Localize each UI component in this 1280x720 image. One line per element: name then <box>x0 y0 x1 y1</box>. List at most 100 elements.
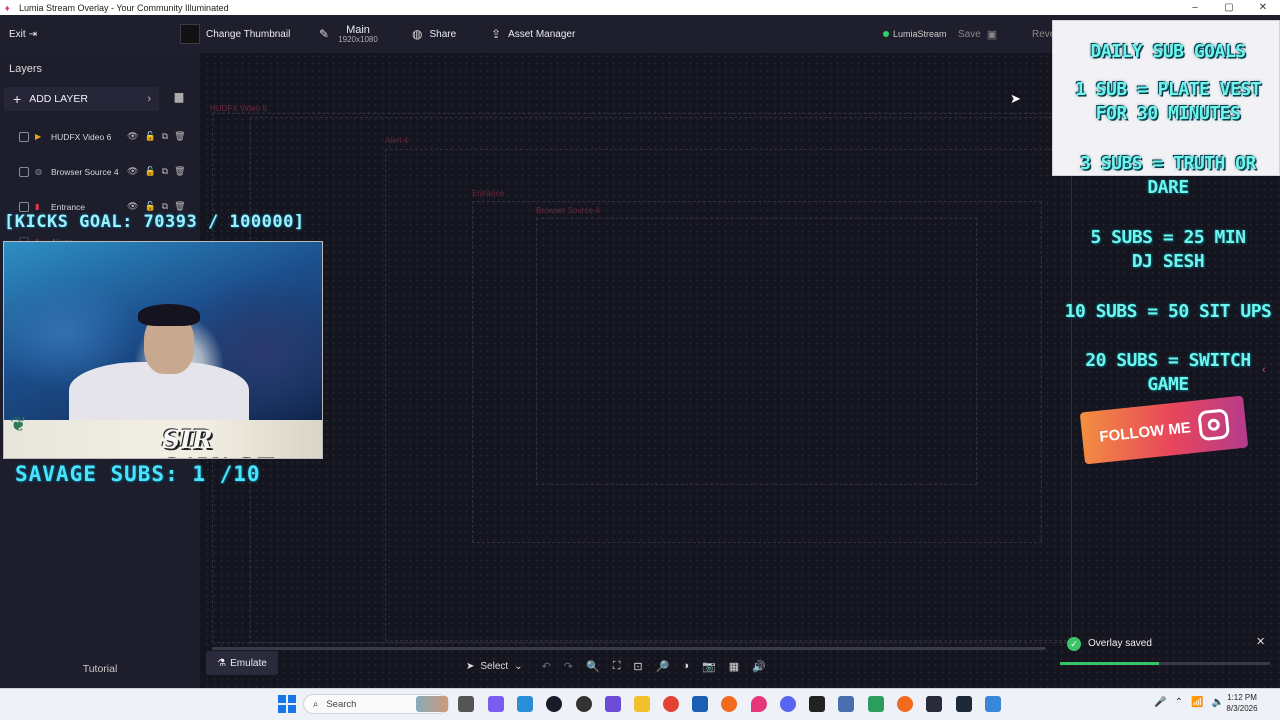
emulate-button[interactable]: ⚗ Emulate <box>206 651 278 675</box>
contrast-icon[interactable]: ◑ <box>682 660 689 672</box>
layer-name: Browser Source 4 <box>51 166 119 177</box>
canvas-tools: ➤ Select ⌄ ↶ ↷ 🔍 ⛶ ⊡ 🔎 ◑ 📷 ▦ 🔊 <box>460 654 766 678</box>
copy-icon[interactable]: ⧉ <box>162 201 168 212</box>
chrome-icon[interactable] <box>663 696 679 712</box>
entrance-icon: ▮ <box>35 202 40 211</box>
minimize-icon[interactable]: – <box>1178 0 1212 15</box>
select-label: Select <box>480 660 509 672</box>
settings-app-icon[interactable] <box>926 696 942 712</box>
notepad-icon[interactable] <box>868 696 884 712</box>
copy-icon[interactable]: ⧉ <box>162 131 168 142</box>
kicks-goal-counter: [KICKS GOAL: 70393 / 100000] <box>4 212 305 232</box>
ghost-label-alert: Alert 4 <box>385 136 409 145</box>
trash-icon[interactable]: 🗑 <box>174 201 185 212</box>
toast-progress-fill <box>1060 662 1159 665</box>
fullscreen-icon[interactable]: ⊡ <box>633 660 642 673</box>
change-thumbnail-button[interactable]: Change Thumbnail <box>180 15 290 53</box>
select-tool-dropdown[interactable]: ➤ Select ⌄ <box>460 661 529 672</box>
savage-subs-counter: SAVAGE SUBS: 1 /10 <box>15 462 261 486</box>
webcam-frame[interactable]: ❦ SIR SAVAGE <box>3 241 323 459</box>
copilot-icon[interactable] <box>488 696 504 712</box>
maximize-icon[interactable]: ▢ <box>1212 0 1246 15</box>
plus-icon: + <box>13 91 22 107</box>
tutorial-link[interactable]: Tutorial <box>0 663 200 675</box>
grid-app-icon[interactable] <box>605 696 621 712</box>
toast-message: Overlay saved <box>1088 638 1152 649</box>
task-view-icon[interactable] <box>458 696 474 712</box>
save-label: Save <box>958 28 981 40</box>
layer-checkbox[interactable] <box>19 201 29 212</box>
asset-manager-button[interactable]: ⇪ Asset Manager <box>491 15 575 53</box>
discord-icon[interactable] <box>780 696 796 712</box>
capcut-icon[interactable] <box>809 696 825 712</box>
close-window-icon[interactable]: ✕ <box>1246 0 1280 15</box>
follow-me-label: FOLLOW ME <box>1098 418 1192 446</box>
status-dot <box>883 31 889 37</box>
lock-icon[interactable]: 🔓 <box>144 201 155 212</box>
lock-icon[interactable]: 🔓 <box>144 166 155 177</box>
lumia-taskbar-icon[interactable] <box>751 696 767 712</box>
save-button[interactable]: Save ▣ <box>958 15 997 53</box>
goal-item: 3 SUBS = TRUTH OR DARE <box>1080 153 1256 198</box>
pointer-icon: ➤ <box>466 660 475 672</box>
eye-icon[interactable]: 👁 <box>127 201 138 212</box>
grid-icon[interactable]: ▦ <box>729 660 739 673</box>
camera-icon[interactable]: 📷 <box>702 660 716 673</box>
monitor-app-icon[interactable] <box>517 696 533 712</box>
ghost-label-entrance: Entrance <box>472 189 505 198</box>
steam-icon[interactable] <box>956 696 972 712</box>
obs-icon[interactable] <box>576 696 592 712</box>
chevron-left-icon[interactable]: ‹ <box>1262 364 1276 378</box>
orange-app-icon[interactable] <box>721 696 737 712</box>
volume-icon[interactable]: 🔊 <box>752 660 766 673</box>
layer-row[interactable]: ◍ Browser Source 4 👁 🔓 ⧉ 🗑 <box>0 154 200 189</box>
layer-checkbox[interactable] <box>19 131 29 142</box>
eye-icon[interactable]: 👁 <box>127 131 138 142</box>
mic-icon[interactable]: 🎤 <box>1154 697 1166 708</box>
video-icon: ▶ <box>35 132 42 141</box>
window-title-bar: ♦ Lumia Stream Overlay - Your Community … <box>0 0 1280 15</box>
overlay-main-selector[interactable]: Main 1920x1080 <box>336 15 380 53</box>
chevron-up-icon[interactable]: ⌃ <box>1175 697 1183 708</box>
chevron-down-icon: ⌄ <box>514 660 523 672</box>
ghost-label-browser-source: Browser Source 4 <box>536 206 600 215</box>
edit-overlay-button[interactable]: ✎ <box>319 15 336 53</box>
exit-button[interactable]: Exit ⇥ <box>9 15 37 53</box>
clock-time: 1:12 PM <box>1227 693 1257 702</box>
goal-item: 1 SUB = PLATE VEST FOR 30 MINUTES <box>1074 79 1262 124</box>
eye-icon[interactable]: 👁 <box>127 166 138 177</box>
change-thumbnail-label: Change Thumbnail <box>206 28 291 40</box>
mouse-cursor-icon: ➤ <box>1010 91 1021 106</box>
globe-icon: ◍ <box>412 27 423 41</box>
close-icon[interactable]: ✕ <box>1256 635 1265 648</box>
redo-icon[interactable]: ↷ <box>564 660 573 673</box>
copy-icon[interactable]: ⧉ <box>162 166 168 177</box>
taskbar-clock[interactable]: 1:12 PM 8/3/2026 <box>1222 693 1262 715</box>
trash-icon[interactable]: 🗑 <box>174 131 185 142</box>
system-tray: 🎤 ⌃ 📶 🔈 <box>1154 697 1224 708</box>
firefox-icon[interactable] <box>897 696 913 712</box>
add-folder-icon[interactable]: ▆ <box>170 90 188 108</box>
fit-screen-icon[interactable]: ⛶ <box>613 660 621 673</box>
zoom-out-icon[interactable]: 🔍 <box>586 660 600 673</box>
add-layer-button[interactable]: + ADD LAYER › <box>4 87 159 111</box>
media-app-icon[interactable] <box>546 696 562 712</box>
check-icon: ✓ <box>1067 637 1081 651</box>
lock-icon[interactable]: 🔓 <box>144 131 155 142</box>
share-button[interactable]: ◍ Share <box>412 15 456 53</box>
media-player-icon[interactable] <box>838 696 854 712</box>
trash-icon[interactable]: 🗑 <box>174 166 185 177</box>
zoom-in-icon[interactable]: 🔎 <box>656 660 670 673</box>
widgets-icon[interactable] <box>416 696 448 712</box>
clock-date: 8/3/2026 <box>1226 703 1258 713</box>
editor-app-icon[interactable] <box>692 696 708 712</box>
canvas-horizontal-scrollbar[interactable] <box>212 647 1046 650</box>
file-explorer-icon[interactable] <box>634 696 650 712</box>
wifi-icon[interactable]: 📶 <box>1191 697 1203 708</box>
undo-icon[interactable]: ↶ <box>542 660 551 673</box>
layer-row[interactable]: ▶ HUDFX Video 6 👁 🔓 ⧉ 🗑 <box>0 119 200 154</box>
thumbnail-swatch <box>180 24 200 44</box>
windows-start-icon[interactable] <box>278 695 296 713</box>
layer-checkbox[interactable] <box>19 166 29 177</box>
photos-icon[interactable] <box>985 696 1001 712</box>
